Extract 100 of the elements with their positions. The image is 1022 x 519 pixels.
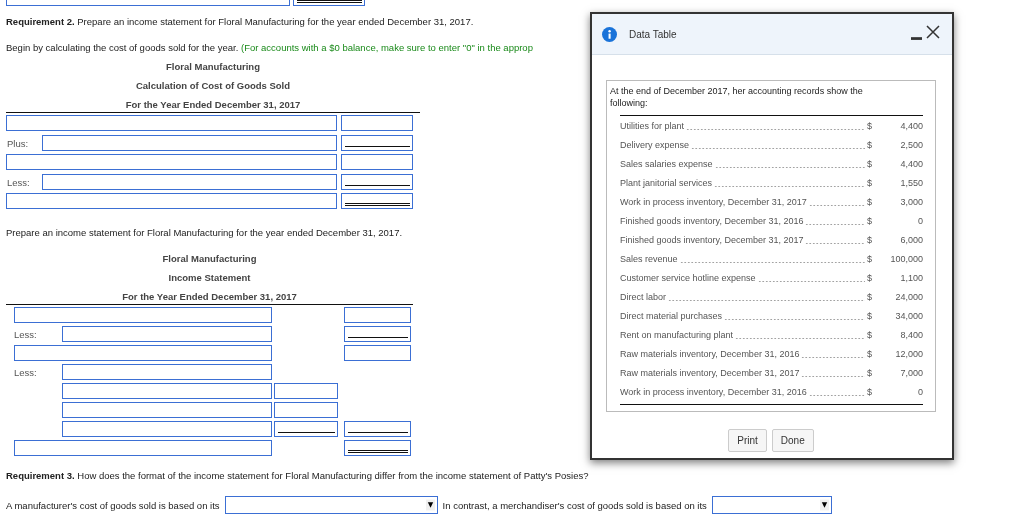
account-label: Finished goods inventory, December 31, 2017 bbox=[620, 234, 804, 247]
hint-text: (For accounts with a $0 balance, make sure to enter "0" in the approp bbox=[241, 42, 533, 53]
schedule-title: For the Year Ended December 31, 2017 bbox=[125, 99, 301, 111]
dot-leader bbox=[805, 242, 865, 244]
minimize-icon[interactable] bbox=[911, 37, 922, 41]
currency-sign: $ bbox=[867, 367, 873, 380]
dropdown-arrow-icon bbox=[425, 499, 435, 511]
info-icon bbox=[602, 26, 617, 42]
dot-leader bbox=[808, 204, 865, 206]
currency-sign: $ bbox=[867, 215, 873, 228]
row-label: Plus: bbox=[7, 137, 29, 149]
account-label: Plant janitorial services bbox=[620, 177, 713, 190]
account-label: Raw materials inventory, December 31, 2016 bbox=[620, 348, 800, 361]
amount-value: 0 bbox=[917, 215, 923, 228]
requirement-text: Requirement 3. How does the format of the income statement for Floral Manufacturing differ from the income statement of Patty's Posies? bbox=[5, 470, 590, 482]
currency-sign: $ bbox=[867, 329, 873, 342]
amount-field[interactable] bbox=[274, 421, 338, 437]
amount-field[interactable] bbox=[344, 326, 411, 342]
row-label: Less: bbox=[7, 176, 30, 188]
currency-sign: $ bbox=[867, 310, 873, 323]
amount-value: 1,550 bbox=[899, 177, 923, 190]
dot-leader bbox=[805, 223, 865, 225]
statement-title: Income Statement bbox=[168, 272, 251, 284]
account-label: Work in process inventory, December 31, 2017 bbox=[620, 196, 807, 209]
currency-sign: $ bbox=[867, 139, 873, 152]
amount-field[interactable] bbox=[341, 154, 413, 170]
input-field[interactable] bbox=[62, 326, 272, 342]
input-field[interactable] bbox=[42, 174, 337, 190]
dot-leader bbox=[808, 394, 865, 396]
amount-field[interactable] bbox=[341, 174, 413, 190]
amount-field[interactable] bbox=[341, 135, 413, 151]
currency-sign: $ bbox=[867, 253, 873, 266]
statement-title: For the Year Ended December 31, 2017 bbox=[122, 291, 297, 303]
input-field[interactable] bbox=[62, 421, 272, 437]
input-field[interactable] bbox=[14, 345, 272, 361]
currency-sign: $ bbox=[867, 348, 873, 361]
amount-field[interactable] bbox=[344, 421, 411, 437]
intro-text: At the end of December 2017, her accounting records show the following: bbox=[610, 85, 864, 109]
close-icon[interactable] bbox=[926, 25, 940, 39]
amount-value: 24,000 bbox=[894, 291, 923, 304]
amount-value: 3,000 bbox=[899, 196, 923, 209]
amount-value: 0 bbox=[917, 386, 923, 399]
account-label: Sales salaries expense bbox=[620, 158, 713, 171]
input-field[interactable] bbox=[14, 440, 272, 456]
prompt-text: Prepare an income statement for Floral Manufacturing for the year ended December 31, 2017. bbox=[5, 227, 404, 239]
amount-field[interactable] bbox=[274, 383, 338, 399]
currency-sign: $ bbox=[867, 120, 873, 133]
instruction-text: Begin by calculating the cost of goods sold for the year. (For accounts with a $0 balance, make sure to enter "0" in the approp bbox=[5, 42, 534, 54]
amount-value: 2,500 bbox=[899, 139, 923, 152]
account-label: Raw materials inventory, December 31, 2017 bbox=[620, 367, 800, 380]
currency-sign: $ bbox=[867, 272, 873, 285]
input-field[interactable] bbox=[62, 402, 272, 418]
input-field[interactable] bbox=[6, 154, 337, 170]
schedule-title: Calculation of Cost of Goods Sold bbox=[135, 80, 291, 92]
dot-leader bbox=[801, 375, 865, 377]
amount-value: 6,000 bbox=[899, 234, 923, 247]
dropdown-arrow-icon bbox=[819, 499, 829, 511]
dialog-title: Data Table bbox=[629, 28, 677, 40]
sentence-text: In contrast, a merchandiser's cost of goods sold is based on its bbox=[442, 499, 707, 511]
amount-field[interactable] bbox=[344, 440, 411, 456]
amount-field[interactable] bbox=[341, 115, 413, 131]
account-label: Delivery expense bbox=[620, 139, 690, 152]
dialog-button[interactable]: Print bbox=[728, 429, 767, 452]
dot-leader bbox=[801, 356, 865, 358]
schedule-title: Floral Manufacturing bbox=[166, 61, 260, 73]
dialog-button[interactable]: Done bbox=[771, 429, 814, 452]
row-label: Less: bbox=[14, 328, 37, 340]
amount-value: 12,000 bbox=[894, 348, 923, 361]
currency-sign: $ bbox=[867, 386, 873, 399]
input-field[interactable] bbox=[14, 307, 272, 323]
input-field[interactable] bbox=[62, 364, 272, 380]
account-label: Utilities for plant bbox=[620, 120, 685, 133]
amount-field[interactable] bbox=[344, 307, 411, 323]
amount-value: 1,100 bbox=[899, 272, 923, 285]
currency-sign: $ bbox=[867, 291, 873, 304]
amount-field[interactable] bbox=[341, 193, 413, 209]
account-label: Direct labor bbox=[620, 291, 666, 304]
account-label: Direct material purchases bbox=[620, 310, 723, 323]
currency-sign: $ bbox=[867, 196, 873, 209]
dropdown[interactable] bbox=[711, 496, 832, 514]
amount-value: 4,400 bbox=[899, 120, 923, 133]
account-label: Rent on manufacturing plant bbox=[620, 329, 734, 342]
dropdown[interactable] bbox=[224, 496, 438, 514]
amount-value: 4,400 bbox=[899, 158, 923, 171]
input-field[interactable] bbox=[6, 115, 337, 131]
account-label: Work in process inventory, December 31, 2016 bbox=[620, 386, 807, 399]
account-label: Sales revenue bbox=[620, 253, 678, 266]
requirement-text: Requirement 2. Prepare an income statement for Floral Manufacturing for the year ended December 31, 2017. bbox=[5, 16, 475, 28]
account-label: Customer service hotline expense bbox=[620, 272, 756, 285]
row-label: Less: bbox=[14, 366, 37, 378]
amount-value: 7,000 bbox=[899, 367, 923, 380]
amount-field[interactable] bbox=[274, 402, 338, 418]
input-field[interactable] bbox=[42, 135, 337, 151]
currency-sign: $ bbox=[867, 234, 873, 247]
sentence-text: A manufacturer's cost of goods sold is based on its bbox=[6, 499, 220, 511]
input-field[interactable] bbox=[62, 383, 272, 399]
input-field[interactable] bbox=[6, 193, 337, 209]
statement-title: Floral Manufacturing bbox=[162, 253, 257, 265]
amount-field[interactable] bbox=[344, 345, 411, 361]
amount-value: 100,000 bbox=[889, 253, 923, 266]
